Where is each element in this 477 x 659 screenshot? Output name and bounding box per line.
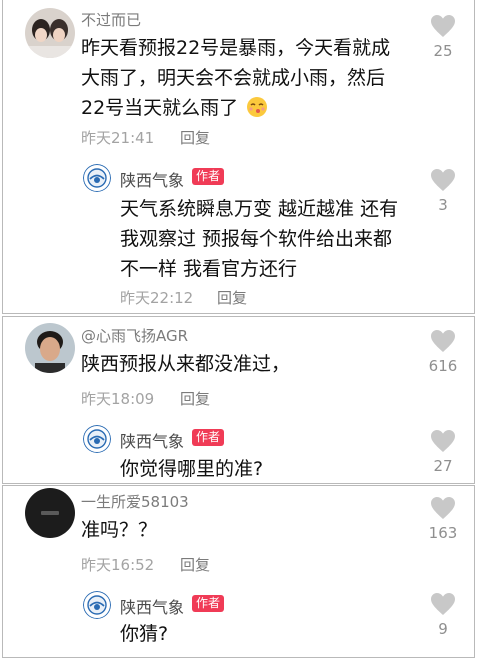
comment-thread: 一生所爱58103 准吗？？ 昨天16:52 回复 163 陕西气象 作者 你猜… xyxy=(2,485,475,658)
username[interactable]: 不过而已 xyxy=(81,9,141,30)
reply-button[interactable]: 回复 xyxy=(180,127,210,148)
like-count: 616 xyxy=(428,357,458,375)
comment-text-segment: 22号当天就么雨了 xyxy=(81,97,239,119)
author-name[interactable]: 陕西气象 xyxy=(120,594,184,618)
like-count: 25 xyxy=(433,42,453,60)
comment-text-line: 昨天看预报22号是暴雨，今天看就成 xyxy=(81,37,391,59)
username[interactable]: 一生所爱58103 xyxy=(81,491,189,512)
heart-icon xyxy=(431,15,455,37)
like-count: 163 xyxy=(428,524,458,542)
comment-text-line: 大雨了，明天会不会就成小雨，然后 xyxy=(81,67,386,89)
author-name[interactable]: 陕西气象 xyxy=(120,428,184,452)
like-count: 9 xyxy=(438,620,448,638)
author-avatar[interactable] xyxy=(83,425,111,453)
author-badge: 作者 xyxy=(192,595,225,612)
reply-text-line: 你觉得哪里的准? xyxy=(120,458,264,480)
reply-text-line: 不一样 我看官方还行 xyxy=(120,258,298,280)
comment-text-line: 陕西预报从来都没准过， xyxy=(81,353,291,375)
heart-icon xyxy=(431,430,455,452)
like-count: 3 xyxy=(438,196,448,214)
comment-text-line: 22号当天就么雨了 xyxy=(81,93,268,127)
reply-button[interactable]: 回复 xyxy=(180,554,210,575)
user-avatar[interactable] xyxy=(25,488,75,538)
comment-thread: @心雨飞扬AGR 陕西预报从来都没准过， 昨天18:09 回复 616 陕西气象… xyxy=(2,316,475,484)
like-button[interactable]: 27 xyxy=(418,429,468,475)
comment-list: 不过而已 昨天看预报22号是暴雨，今天看就成 大雨了，明天会不会就成小雨，然后 … xyxy=(0,0,477,659)
like-button[interactable]: 163 xyxy=(418,496,468,542)
author-avatar[interactable] xyxy=(83,591,111,619)
comment-text-line: 准吗？？ xyxy=(81,519,158,541)
comment-time: 昨天16:52 xyxy=(81,556,155,574)
author-avatar[interactable] xyxy=(83,164,111,192)
heart-icon xyxy=(431,330,455,352)
like-button[interactable]: 616 xyxy=(418,329,468,375)
like-count: 27 xyxy=(433,457,453,475)
author-name[interactable]: 陕西气象 xyxy=(120,167,184,191)
reply-button[interactable]: 回复 xyxy=(217,287,247,308)
reply-text-line: 我观察过 预报每个软件给出来都 xyxy=(120,228,393,250)
author-badge: 作者 xyxy=(192,429,225,446)
kiss-emoji-icon xyxy=(246,96,268,127)
username[interactable]: @心雨飞扬AGR xyxy=(81,325,188,346)
reply-text-line: 天气系统瞬息万变 越近越准 还有 xyxy=(120,198,399,220)
comment-thread: 不过而已 昨天看预报22号是暴雨，今天看就成 大雨了，明天会不会就成小雨，然后 … xyxy=(2,0,475,314)
comment-time: 昨天21:41 xyxy=(81,129,155,147)
like-button[interactable]: 3 xyxy=(418,168,468,214)
heart-icon xyxy=(431,497,455,519)
heart-icon xyxy=(431,169,455,191)
reply-text-line: 你猜? xyxy=(120,623,169,645)
like-button[interactable]: 25 xyxy=(418,14,468,60)
like-button[interactable]: 9 xyxy=(418,592,468,638)
heart-icon xyxy=(431,593,455,615)
author-badge: 作者 xyxy=(192,168,225,185)
reply-button[interactable]: 回复 xyxy=(180,388,210,409)
comment-time: 昨天18:09 xyxy=(81,390,155,408)
user-avatar[interactable] xyxy=(25,323,75,373)
user-avatar[interactable] xyxy=(25,8,75,58)
reply-time: 昨天22:12 xyxy=(120,289,194,307)
